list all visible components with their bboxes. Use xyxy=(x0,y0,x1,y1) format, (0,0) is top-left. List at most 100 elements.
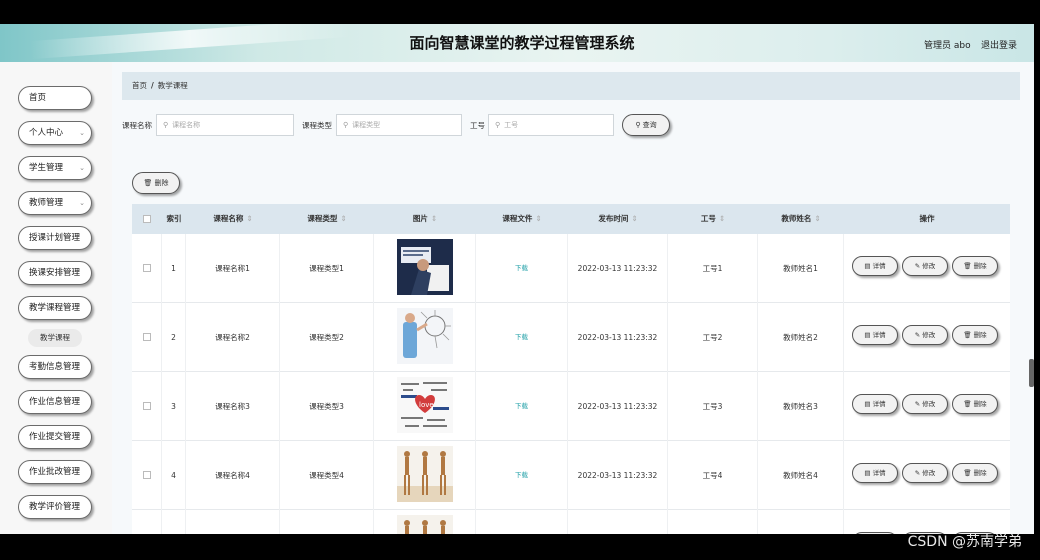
header-course-type[interactable]: 课程类型 ⇕ xyxy=(280,204,374,234)
sidebar-item-attendance[interactable]: 考勤信息管理 xyxy=(18,355,92,379)
course-thumbnail[interactable] xyxy=(397,446,453,502)
sort-icon[interactable]: ⇕ xyxy=(631,214,637,223)
sort-icon[interactable]: ⇕ xyxy=(246,214,252,223)
download-link[interactable]: 下载 xyxy=(515,471,528,479)
row-checkbox[interactable] xyxy=(143,264,151,272)
cell-actions: ▤ 详情✎ 修改🗑 删除 xyxy=(844,234,1010,303)
header-job-no[interactable]: 工号 ⇕ xyxy=(668,204,758,234)
detail-button-label: 详情 xyxy=(872,469,886,477)
course-name-input[interactable]: ⚲ 课程名称 xyxy=(156,114,294,136)
course-thumbnail[interactable] xyxy=(397,239,453,295)
row-checkbox[interactable] xyxy=(143,471,151,479)
sidebar-item-student-mgmt[interactable]: 学生管理 ⌄ xyxy=(18,156,92,180)
cell-publish-time: 2022-03-13 11:23:32 xyxy=(568,510,668,534)
sidebar-item-label: 考勤信息管理 xyxy=(29,362,81,372)
header-image[interactable]: 图片 ⇕ xyxy=(374,204,476,234)
delete-button[interactable]: 🗑 删除 xyxy=(952,394,998,414)
sidebar-item-teaching-eval[interactable]: 教学评价管理 xyxy=(18,495,92,519)
edit-button[interactable]: ✎ 修改 xyxy=(902,463,948,483)
document-icon: ▤ xyxy=(864,262,873,270)
header-label: 索引 xyxy=(166,214,182,223)
select-all-checkbox[interactable] xyxy=(143,215,151,223)
sidebar-item-homework-submit[interactable]: 作业提交管理 xyxy=(18,425,92,449)
header-publish-time[interactable]: 发布时间 ⇕ xyxy=(568,204,668,234)
header-course-name[interactable]: 课程名称 ⇕ xyxy=(186,204,280,234)
cell-job-no: 工号2 xyxy=(668,303,758,372)
sidebar-item-teacher-mgmt[interactable]: 教师管理 ⌄ xyxy=(18,191,92,215)
header-select-all[interactable] xyxy=(132,204,162,234)
cell-actions: ▤ 详情✎ 修改🗑 删除 xyxy=(844,303,1010,372)
table-row: 4 课程名称4 课程类型4 下载 2022-03-13 11:23:32 工号4 教师姓名4… xyxy=(132,441,1010,510)
detail-button[interactable]: ▤ 详情 xyxy=(852,325,898,345)
sidebar-item-label: 换课安排管理 xyxy=(29,268,81,278)
row-select-cell[interactable] xyxy=(132,441,162,510)
download-link[interactable]: 下载 xyxy=(515,333,528,341)
sidebar-subitem-course[interactable]: 教学课程 xyxy=(28,329,82,347)
download-link[interactable]: 下载 xyxy=(515,402,528,410)
delete-button[interactable]: 🗑 删除 xyxy=(952,256,998,276)
sidebar-item-course-mgmt[interactable]: 教学课程管理 xyxy=(18,296,92,320)
cell-teacher-name: 教师姓名1 xyxy=(758,234,844,303)
course-type-input[interactable]: ⚲ 课程类型 xyxy=(336,114,462,136)
detail-button[interactable]: ▤ 详情 xyxy=(852,463,898,483)
header-label: 课程文件 xyxy=(502,214,533,223)
sort-icon[interactable]: ⇕ xyxy=(719,214,725,223)
sort-icon[interactable]: ⇕ xyxy=(814,214,820,223)
search-icon: ⚲ xyxy=(635,121,643,129)
trash-icon: 🗑 xyxy=(963,469,974,477)
app-title: 面向智慧课堂的教学过程管理系统 xyxy=(409,34,635,52)
row-select-cell[interactable] xyxy=(132,234,162,303)
page-scrollbar-thumb[interactable] xyxy=(1029,359,1034,387)
sidebar-item-home[interactable]: 首页 xyxy=(18,86,92,110)
logout-link[interactable]: 退出登录 xyxy=(981,38,1017,51)
sort-icon[interactable]: ⇕ xyxy=(535,214,541,223)
sort-icon[interactable]: ⇕ xyxy=(340,214,346,223)
cell-index: 2 xyxy=(162,303,186,372)
query-button[interactable]: ⚲ 查询 xyxy=(622,114,670,136)
course-thumbnail[interactable] xyxy=(397,308,453,364)
row-checkbox[interactable] xyxy=(143,402,151,410)
delete-button-label: 删除 xyxy=(973,331,987,339)
sidebar-item-teaching-plan[interactable]: 授课计划管理 xyxy=(18,226,92,250)
cell-course-type: 课程类型1 xyxy=(280,234,374,303)
edit-button[interactable]: ✎ 修改 xyxy=(902,325,948,345)
download-link[interactable]: 下载 xyxy=(515,264,528,272)
watermark-text: CSDN @苏南学弟 xyxy=(907,534,1022,550)
cell-job-no: 工号1 xyxy=(668,234,758,303)
cell-image xyxy=(374,303,476,372)
document-icon: ▤ xyxy=(864,469,873,477)
breadcrumb-home[interactable]: 首页 xyxy=(132,81,147,90)
cell-course-name: 课程名称5 xyxy=(186,510,280,534)
header-teacher-name[interactable]: 教师姓名 ⇕ xyxy=(758,204,844,234)
breadcrumb-current: 教学课程 xyxy=(157,81,188,90)
edit-button[interactable]: ✎ 修改 xyxy=(902,256,948,276)
course-thumbnail[interactable]: love xyxy=(397,377,453,433)
sidebar-item-course-swap[interactable]: 换课安排管理 xyxy=(18,261,92,285)
job-no-input[interactable]: ⚲ 工号 xyxy=(488,114,614,136)
user-label: 管理员 abo xyxy=(924,41,971,51)
delete-button[interactable]: 🗑 删除 xyxy=(952,463,998,483)
course-thumbnail[interactable] xyxy=(397,515,453,534)
table-row: 2 课程名称2 课程类型2 下载 2022-03-13 11:23:32 工号2 教师姓名2… xyxy=(132,303,1010,372)
row-select-cell[interactable] xyxy=(132,510,162,534)
delete-button[interactable]: 🗑 删除 xyxy=(952,325,998,345)
sidebar-item-personal-center[interactable]: 个人中心 ⌄ xyxy=(18,121,92,145)
detail-button[interactable]: ▤ 详情 xyxy=(852,394,898,414)
screen-recording-frame: 面向智慧课堂的教学过程管理系统 管理员 abo 退出登录 首页 个人中心 ⌄ 学生… xyxy=(0,0,1040,560)
edit-button[interactable]: ✎ 修改 xyxy=(902,394,948,414)
row-select-cell[interactable] xyxy=(132,303,162,372)
sort-icon[interactable]: ⇕ xyxy=(431,214,437,223)
detail-button[interactable]: ▤ 详情 xyxy=(852,532,898,534)
cell-course-file: 下载 xyxy=(476,441,568,510)
header-course-file[interactable]: 课程文件 ⇕ xyxy=(476,204,568,234)
detail-button-label: 详情 xyxy=(872,262,886,270)
cell-teacher-name: 教师姓名4 xyxy=(758,441,844,510)
table-row: 1 课程名称1 课程类型1 下载 2022-03-13 11:23:32 工号1 教师姓名1… xyxy=(132,234,1010,303)
cell-publish-time: 2022-03-13 11:23:32 xyxy=(568,234,668,303)
row-select-cell[interactable] xyxy=(132,372,162,441)
sidebar-item-homework-info[interactable]: 作业信息管理 xyxy=(18,390,92,414)
row-checkbox[interactable] xyxy=(143,333,151,341)
detail-button[interactable]: ▤ 详情 xyxy=(852,256,898,276)
bulk-delete-button[interactable]: 🗑 删除 xyxy=(132,172,180,194)
sidebar-item-homework-grading[interactable]: 作业批改管理 xyxy=(18,460,92,484)
